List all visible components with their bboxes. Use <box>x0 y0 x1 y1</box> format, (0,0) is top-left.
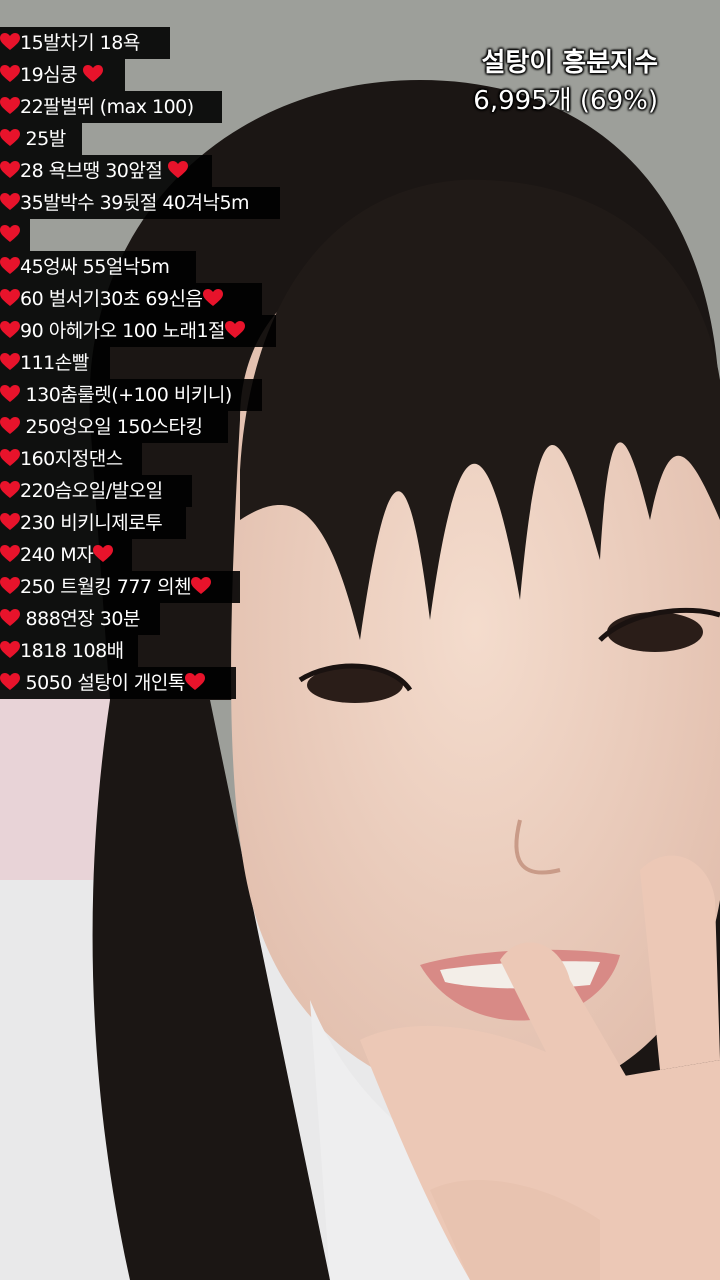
menu-row-text: 240 M자 <box>0 541 114 569</box>
heart-icon <box>0 673 20 691</box>
menu-row: 250엉오일 150스타킹 <box>0 411 290 443</box>
menu-row-text: 888연장 30분 <box>0 605 140 633</box>
menu-item-label: 45엉싸 55얼낙5m <box>20 256 170 278</box>
menu-row: 250 트월킹 777 의첸 <box>0 571 290 603</box>
menu-item-label: 111손빨 <box>20 352 89 374</box>
heart-icon <box>0 577 20 595</box>
heart-icon <box>0 129 20 147</box>
menu-item-label: 15발차기 18욕 <box>20 32 140 54</box>
heart-icon <box>202 289 223 307</box>
menu-item-label: 220슴오일/발오일 <box>20 480 163 502</box>
menu-row-text: 230 비키니제로투 <box>0 509 163 537</box>
menu-row: 230 비키니제로투 <box>0 507 290 539</box>
heart-icon <box>0 97 20 115</box>
menu-item-label: 160지정댄스 <box>20 448 123 470</box>
menu-row: 130춤룰렛(+100 비키니) <box>0 379 290 411</box>
heart-icon <box>82 65 103 83</box>
menu-item-label: 250엉오일 150스타킹 <box>20 416 203 438</box>
menu-row-text: 35발박수 39뒷절 40겨낙5m <box>0 189 250 217</box>
menu-row: 15발차기 18욕 <box>0 27 290 59</box>
menu-row: 220슴오일/발오일 <box>0 475 290 507</box>
heart-icon <box>0 641 20 659</box>
menu-row <box>0 219 290 251</box>
heart-icon <box>0 449 20 467</box>
menu-row: 25발 <box>0 123 290 155</box>
menu-row: 45엉싸 55얼낙5m <box>0 251 290 283</box>
menu-row-text: 111손빨 <box>0 349 89 377</box>
menu-row: 1818 108배 <box>0 635 290 667</box>
heart-icon <box>0 33 20 51</box>
menu-row-text: 25발 <box>0 125 66 153</box>
menu-item-label: 60 벌서기30초 69신음 <box>20 288 203 310</box>
menu-row-text: 19심쿵 <box>0 61 103 89</box>
menu-row-text <box>0 221 20 249</box>
menu-row: 90 아헤가오 100 노래1절 <box>0 315 290 347</box>
menu-row: 19심쿵 <box>0 59 290 91</box>
menu-row: 60 벌서기30초 69신음 <box>0 283 290 315</box>
heart-icon <box>93 545 114 563</box>
counter-value: 6,995개 (69%) <box>473 86 658 116</box>
heart-icon <box>0 545 20 563</box>
heart-icon <box>0 609 20 627</box>
menu-row-text: 250엉오일 150스타킹 <box>0 413 203 441</box>
menu-row-text: 130춤룰렛(+100 비키니) <box>0 381 232 409</box>
menu-row-text: 90 아헤가오 100 노래1절 <box>0 317 246 345</box>
menu-item-label: 5050 설탕이 개인톡 <box>20 672 186 694</box>
heart-icon <box>184 673 205 691</box>
heart-icon <box>0 193 20 211</box>
heart-icon <box>167 161 188 179</box>
heart-icon <box>225 321 246 339</box>
menu-item-label: 888연장 30분 <box>20 608 141 630</box>
heart-icon <box>0 353 20 371</box>
menu-item-label: 25발 <box>20 128 67 150</box>
menu-row-text: 250 트월킹 777 의첸 <box>0 573 212 601</box>
menu-row-text: 60 벌서기30초 69신음 <box>0 285 223 313</box>
menu-row: 111손빨 <box>0 347 290 379</box>
menu-item-label: 19심쿵 <box>20 64 83 86</box>
heart-icon <box>0 225 20 243</box>
menu-row: 240 M자 <box>0 539 290 571</box>
menu-item-label: 240 M자 <box>20 544 94 566</box>
menu-row: 35발박수 39뒷절 40겨낙5m <box>0 187 290 219</box>
heart-icon <box>0 289 20 307</box>
menu-list: 15발차기 18욕 19심쿵 22팔벌뛰 (max 100) 25발 28 욕브땡 … <box>0 27 290 699</box>
menu-item-label: 22팔벌뛰 (max 100) <box>20 96 194 118</box>
menu-row-text: 220슴오일/발오일 <box>0 477 163 505</box>
menu-row: 28 욕브땡 30앞절 <box>0 155 290 187</box>
menu-row-text: 15발차기 18욕 <box>0 29 140 57</box>
heart-icon <box>0 513 20 531</box>
heart-icon <box>0 321 20 339</box>
heart-icon <box>0 417 20 435</box>
menu-item-label: 35발박수 39뒷절 40겨낙5m <box>20 192 250 214</box>
menu-row-text: 1818 108배 <box>0 637 124 665</box>
menu-item-label: 230 비키니제로투 <box>20 512 163 534</box>
menu-item-label: 90 아헤가오 100 노래1절 <box>20 320 226 342</box>
menu-item-label: 28 욕브땡 30앞절 <box>20 160 168 182</box>
menu-row-text: 45엉싸 55얼낙5m <box>0 253 170 281</box>
heart-icon <box>0 65 20 83</box>
menu-row-text: 5050 설탕이 개인톡 <box>0 669 205 697</box>
menu-row-text: 22팔벌뛰 (max 100) <box>0 93 194 121</box>
menu-row: 5050 설탕이 개인톡 <box>0 667 290 699</box>
menu-row-text: 160지정댄스 <box>0 445 123 473</box>
heart-icon <box>191 577 212 595</box>
menu-item-label: 1818 108배 <box>20 640 124 662</box>
menu-row: 888연장 30분 <box>0 603 290 635</box>
heart-icon <box>0 161 20 179</box>
heart-icon <box>0 385 20 403</box>
menu-item-label: 130춤룰렛(+100 비키니) <box>20 384 233 406</box>
counter-title: 설탕이 흥분지수 <box>481 48 659 78</box>
menu-row: 160지정댄스 <box>0 443 290 475</box>
heart-icon <box>0 257 20 275</box>
menu-row-text: 28 욕브땡 30앞절 <box>0 157 188 185</box>
excitement-counter: 설탕이 흥분지수 6,995개 (69%) <box>473 42 658 118</box>
menu-item-label: 250 트월킹 777 의첸 <box>20 576 192 598</box>
heart-icon <box>0 481 20 499</box>
menu-row: 22팔벌뛰 (max 100) <box>0 91 290 123</box>
